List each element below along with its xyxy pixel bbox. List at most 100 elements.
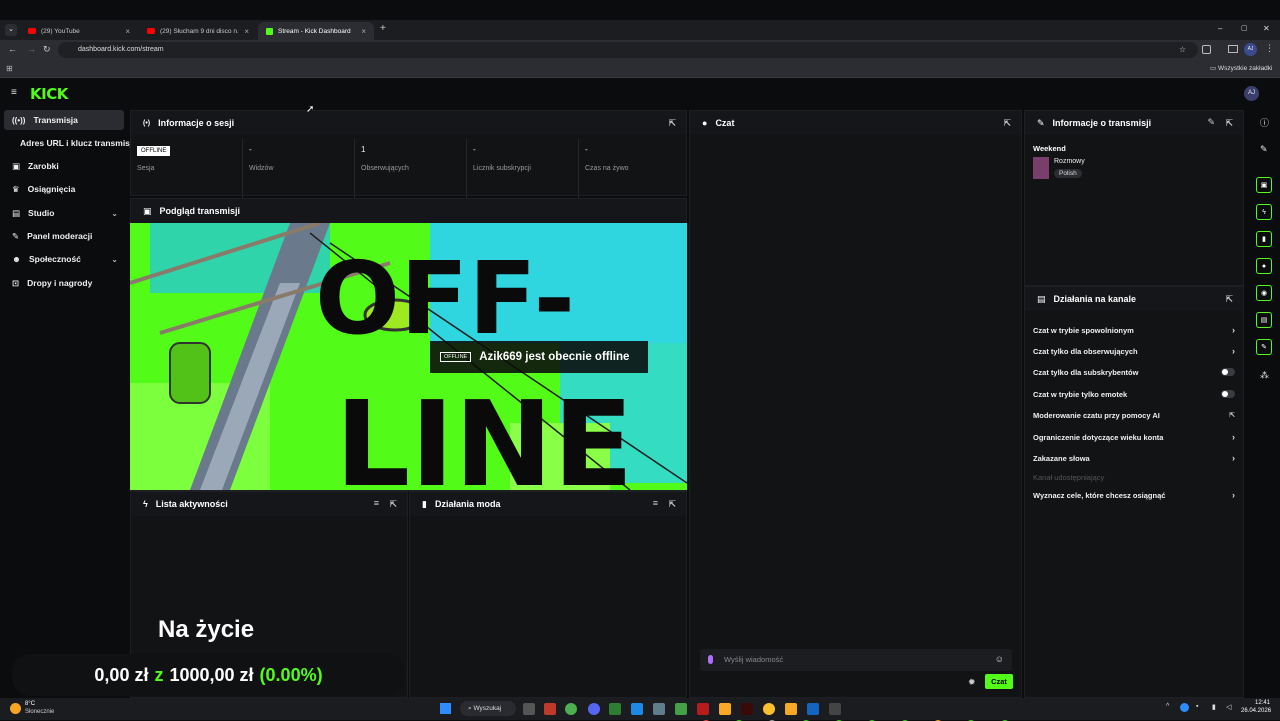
app-icon[interactable] — [631, 703, 643, 715]
url-input[interactable]: dashboard.kick.com/stream ☆ — [58, 42, 1198, 58]
stat-value: - — [585, 145, 588, 154]
tab-list-icon[interactable]: ⌄ — [5, 24, 17, 36]
emote-only-toggle[interactable] — [1221, 390, 1235, 398]
subscribers-only-toggle[interactable] — [1221, 368, 1235, 376]
media-icon[interactable] — [1228, 45, 1238, 53]
kick-logo[interactable]: KICK — [30, 85, 68, 103]
app-icon[interactable] — [697, 703, 709, 715]
action-set-goals[interactable]: Wyznacz cele, które chcesz osiągnąć › — [1025, 485, 1243, 505]
sidebar-item-stream-url-key[interactable]: Adres URL i klucz transmisji — [4, 133, 135, 153]
app-icon[interactable] — [785, 703, 797, 715]
apps-grid-icon[interactable]: ⊞ — [6, 64, 13, 73]
new-tab-button[interactable]: + — [380, 23, 386, 34]
bookmark-star-icon[interactable]: ☆ — [1179, 45, 1186, 54]
rail-button-chat[interactable]: ● — [1256, 258, 1272, 274]
tab-youtube[interactable]: (29) YouTube × — [20, 22, 138, 40]
close-tab-icon[interactable]: × — [244, 27, 249, 36]
xbox-icon[interactable] — [675, 703, 687, 715]
hamburger-menu-icon[interactable]: ≡ — [11, 87, 17, 98]
reload-icon[interactable]: ↻ — [43, 44, 51, 55]
taskbar-search[interactable]: ⌕ Wyszukaj — [460, 701, 516, 716]
popout-icon[interactable]: ⇱ — [668, 499, 676, 510]
stream-info-header: ✎ Informacje o transmisji ✎ ⇱ — [1025, 111, 1243, 135]
app-icon[interactable] — [653, 703, 665, 715]
app-icon[interactable] — [829, 703, 841, 715]
activity-header: ϟ Lista aktywności ≡ ⇱ — [131, 492, 407, 516]
app-icon[interactable] — [544, 703, 556, 715]
rail-button-shield[interactable]: ▮ — [1256, 231, 1272, 247]
emoji-icon[interactable]: ☺ — [995, 654, 1004, 664]
popout-icon[interactable]: ⇱ — [668, 118, 676, 129]
popout-icon[interactable]: ⇱ — [1225, 118, 1233, 129]
tab-youtube-2[interactable]: (29) Słucham 9 dni disco n... × — [139, 22, 257, 40]
sidebar-item-studio[interactable]: ▤ Studio ⌄ — [4, 203, 124, 223]
task-view-icon[interactable] — [523, 703, 535, 715]
sidebar-item-label: Transmisja — [33, 115, 78, 125]
app-icon[interactable] — [565, 703, 577, 715]
volume-icon[interactable]: ◁ — [1226, 703, 1231, 711]
popout-icon[interactable]: ⇱ — [1225, 294, 1233, 305]
mic-tray-icon[interactable]: ▮ — [1212, 703, 1216, 711]
category-name: Rozmowy — [1054, 158, 1085, 165]
extensions-icon[interactable] — [1202, 45, 1211, 54]
tray-icon[interactable] — [1180, 703, 1189, 712]
close-tab-icon[interactable]: × — [125, 27, 130, 36]
stat-subs: - Licznik subskrypcji — [467, 139, 579, 199]
action-banned-words[interactable]: Zakazane słowa › — [1025, 448, 1243, 468]
windows-start-icon[interactable] — [440, 703, 451, 714]
edit-pencil-icon[interactable]: ✎ — [1260, 144, 1268, 155]
sidebar-item-transmisja[interactable]: ((•)) Transmisja — [4, 110, 124, 130]
mic-icon[interactable] — [708, 655, 713, 664]
info-icon[interactable]: ⓘ — [1260, 116, 1269, 129]
edit-pencil-icon[interactable]: ✎ — [1207, 117, 1215, 128]
file-explorer-icon[interactable] — [719, 703, 731, 715]
action-account-age[interactable]: Ograniczenie dotyczące wieku konta › — [1025, 427, 1243, 447]
chrome-icon[interactable] — [763, 703, 775, 715]
goal-separator: z — [154, 664, 164, 685]
filter-icon[interactable]: ≡ — [653, 498, 658, 508]
sidebar-item-dropy[interactable]: ⊡ Dropy i nagrody — [4, 273, 124, 293]
close-tab-icon[interactable]: × — [361, 27, 366, 36]
rail-button-broadcast[interactable]: ◉ — [1256, 285, 1272, 301]
stat-value: - — [473, 145, 476, 154]
action-ai-moderation[interactable]: Moderowanie czatu przy pomocy AI ⇱ — [1025, 405, 1243, 425]
user-avatar[interactable]: AJ — [1244, 86, 1259, 101]
settings-gear-icon[interactable]: ✹ — [968, 677, 976, 688]
discord-icon[interactable] — [588, 703, 600, 715]
steam-icon[interactable] — [807, 703, 819, 715]
rail-button-wrench[interactable]: ✎ — [1256, 339, 1272, 355]
rail-button-1[interactable]: ▣ — [1256, 177, 1272, 193]
rail-button-lightning[interactable]: ϟ — [1256, 204, 1272, 220]
sidebar-item-zarobki[interactable]: ▣ Zarobki — [4, 156, 124, 176]
sidebar-item-panel-moderacji[interactable]: ✎ Panel moderacji — [4, 226, 124, 246]
menu-icon[interactable]: ⋮ — [1265, 43, 1274, 54]
close-window-button[interactable]: ✕ — [1263, 24, 1270, 33]
channel-icon: ▤ — [1037, 293, 1046, 304]
send-chat-button[interactable]: Czat — [985, 674, 1013, 689]
app-icon[interactable] — [609, 703, 621, 715]
category-thumbnail — [1033, 157, 1049, 179]
sidebar-item-osiagniecia[interactable]: ♛ Osiągnięcia — [4, 179, 124, 199]
action-followers-only[interactable]: Czat tylko dla obserwujących › — [1025, 341, 1243, 361]
app-icon[interactable] — [741, 703, 753, 715]
rail-button-channel[interactable]: ▤ — [1256, 312, 1272, 328]
profile-avatar[interactable]: AJ — [1244, 43, 1257, 56]
popout-icon[interactable]: ⇱ — [389, 499, 397, 510]
sun-weather-icon[interactable] — [10, 703, 21, 714]
tab-kick-dashboard[interactable]: Stream - Kick Dashboard × — [258, 22, 374, 40]
forward-icon[interactable]: → — [27, 44, 36, 54]
filter-icon[interactable]: ≡ — [374, 498, 379, 508]
minimize-button[interactable]: – — [1218, 24, 1222, 33]
all-bookmarks-button[interactable]: ▭ Wszystkie zakładki — [1210, 64, 1273, 72]
goal-percent: (0.00%) — [259, 664, 323, 685]
session-info-panel: (•) Informacje o sesji ⇱ OFFLINE Sesja -… — [130, 110, 687, 199]
back-icon[interactable]: ← — [8, 44, 17, 54]
action-slow-mode[interactable]: Czat w trybie spowolnionym › — [1025, 320, 1243, 340]
popout-icon[interactable]: ⇱ — [1003, 118, 1011, 129]
chat-input[interactable]: Wyślij wiadomość ☺ — [700, 649, 1012, 671]
sidebar-item-spolecznosc[interactable]: ☻ Społeczność ⌄ — [4, 249, 124, 269]
network-icon[interactable]: ▪ — [1196, 703, 1198, 710]
maximize-button[interactable]: ▢ — [1241, 24, 1248, 32]
tray-chevron-icon[interactable]: ^ — [1166, 703, 1169, 710]
add-widget-icon[interactable]: ⁂ — [1260, 370, 1269, 381]
